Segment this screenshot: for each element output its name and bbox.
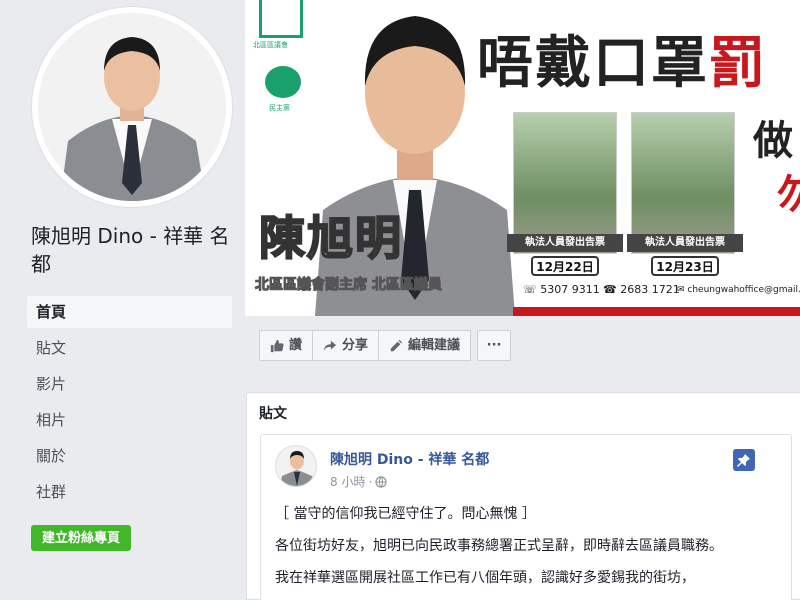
- photo-date-2: 12月23日: [651, 256, 719, 276]
- sidebar-item-about[interactable]: 關於: [27, 440, 232, 472]
- cover-side-text-2: 勿: [777, 172, 800, 218]
- profile-picture[interactable]: [38, 13, 226, 201]
- sidebar-item-photos[interactable]: 相片: [27, 404, 232, 436]
- enforcement-photo-1: [513, 112, 617, 254]
- cover-name: 陳旭明: [258, 210, 403, 266]
- cover-headline: 唔戴口罩罰: [477, 18, 767, 99]
- enforcement-photo-2: [631, 112, 735, 254]
- post-author-name[interactable]: 陳旭明 Dino - 祥華 名都: [330, 449, 489, 469]
- email-text: cheungwahoffice@gmail.com: [687, 285, 800, 295]
- pinned-post: 陳旭明 Dino - 祥華 名都 8 小時 · ［ 當守的信仰我已經守住了。問心…: [260, 434, 792, 600]
- cover-headline-red: 罰: [709, 31, 767, 96]
- more-options-button[interactable]: ···: [477, 330, 512, 361]
- party-logo: [265, 66, 301, 98]
- cover-email: ✉ cheungwahoffice@gmail.com: [677, 285, 800, 295]
- post-paragraph-2: 各位街坊好友，旭明已向民政事務總署正式呈辭，即時辭去區議員職務。: [275, 538, 723, 554]
- left-column: 陳旭明 Dino - 祥華 名都 首頁 貼文 影片 相片 關於 社群 建立粉絲專…: [0, 0, 245, 600]
- sidebar-item-videos[interactable]: 影片: [27, 368, 232, 400]
- pencil-icon: [390, 339, 403, 351]
- suggest-edits-button[interactable]: 編輯建議: [378, 330, 472, 361]
- post-body: ［ 當守的信仰我已經守住了。問心無愧 ］ 各位街坊好友，旭明已向民政事務總署正式…: [275, 503, 785, 599]
- posts-section: 貼文 陳旭明 Dino - 祥華 名都 8 小時 · ［ 當守的信仰我已經守住了…: [246, 392, 800, 600]
- photo-label-2: 執法人員發出告票: [627, 234, 743, 252]
- party-logo-text: 民主黨: [269, 104, 290, 112]
- cover-subtitle: 北區區議會副主席 北區區議員: [255, 277, 443, 294]
- sidebar-item-home[interactable]: 首頁: [27, 296, 232, 328]
- share-label: 分享: [342, 338, 369, 353]
- sidebar-item-community[interactable]: 社群: [27, 476, 232, 508]
- cover-red-bar: [513, 307, 800, 316]
- cover-phone-1: ☏ 5307 9311: [523, 283, 600, 296]
- like-label: 讚: [289, 338, 303, 353]
- post-timestamp[interactable]: 8 小時: [330, 473, 365, 490]
- page-action-bar: 讚 分享 編輯建議 ···: [259, 330, 512, 361]
- photo-date-1: 12月22日: [531, 256, 599, 276]
- more-dots-icon: ···: [486, 338, 502, 353]
- sidebar-item-posts[interactable]: 貼文: [27, 332, 232, 364]
- council-logo: [259, 0, 303, 38]
- create-page-button[interactable]: 建立粉絲專頁: [31, 525, 132, 551]
- meta-separator: ·: [368, 474, 373, 489]
- share-button[interactable]: 分享: [312, 330, 380, 361]
- phone-2-text: 2683 1721: [620, 283, 680, 296]
- cover-phone-2: ☎ 2683 1721: [603, 283, 680, 296]
- phone-1-text: 5307 9311: [540, 283, 600, 296]
- globe-icon[interactable]: [375, 475, 387, 488]
- photo-label-1: 執法人員發出告票: [507, 234, 623, 252]
- post-meta: 8 小時 ·: [330, 473, 387, 490]
- page-title: 陳旭明 Dino - 祥華 名都: [31, 224, 230, 276]
- cover-photo[interactable]: 北區區議會 民主黨 唔戴口罩罰 執法人員發出告票 執法人員發出告票 12月22日…: [245, 0, 800, 316]
- post-author-avatar[interactable]: [275, 445, 317, 487]
- share-arrow-icon: [323, 340, 337, 351]
- suggest-edits-label: 編輯建議: [408, 338, 461, 353]
- post-paragraph-3: 我在祥華選區開展社區工作已有八個年頭，認識好多愛錫我的街坊，: [275, 570, 695, 586]
- cover-headline-black: 唔戴口罩: [477, 31, 709, 96]
- pin-icon[interactable]: [733, 449, 755, 471]
- posts-heading: 貼文: [259, 406, 287, 422]
- council-logo-text: 北區區議會: [253, 41, 288, 49]
- like-button[interactable]: 讚: [259, 330, 314, 361]
- sidebar-nav: 首頁 貼文 影片 相片 關於 社群: [27, 296, 232, 512]
- thumbs-up-icon: [270, 339, 284, 352]
- post-paragraph-1: ［ 當守的信仰我已經守住了。問心無愧 ］: [275, 506, 536, 522]
- cover-side-text-1: 做: [753, 118, 793, 164]
